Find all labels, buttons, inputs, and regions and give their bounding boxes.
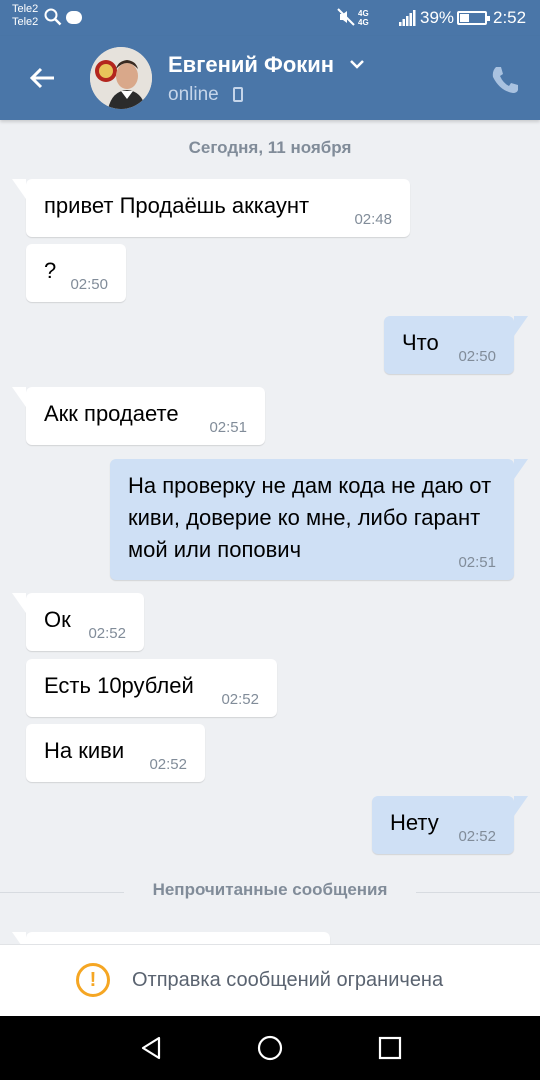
signal-icon: [399, 10, 416, 26]
unread-separator: Непрочитанные сообщения: [0, 880, 540, 904]
bubble-tail: [514, 459, 528, 479]
incoming-message[interactable]: На киви 02:52: [26, 724, 205, 782]
carrier-1: Tele2: [12, 3, 39, 15]
carrier-labels: Tele2 Tele2: [12, 3, 38, 29]
battery-fill: [460, 14, 470, 22]
status-bar: Tele2 Tele2 4G 4G 39% 2:52: [0, 0, 540, 36]
messaging-restricted-bar: ! Отправка сообщений ограничена: [0, 944, 540, 1016]
back-arrow-icon[interactable]: [22, 58, 62, 98]
outgoing-message[interactable]: Что 02:50: [384, 316, 528, 374]
restricted-text: Отправка сообщений ограничена: [132, 969, 444, 991]
divider: [416, 892, 540, 893]
bubble-tail: [12, 179, 26, 199]
incoming-message[interactable]: Ок 02:52: [12, 593, 144, 651]
chat-header: Евгений Фокин online: [0, 36, 540, 120]
warning-icon: !: [76, 963, 110, 997]
message-time: 02:50: [458, 348, 496, 365]
network-type: 4G 4G: [358, 9, 369, 27]
mute-icon: [337, 8, 355, 26]
message-time: 02:51: [458, 554, 496, 571]
bubble-tail: [12, 932, 26, 944]
message-text: ?: [44, 258, 57, 283]
battery-icon: [457, 11, 490, 25]
message-time: 02:51: [209, 419, 247, 436]
message-time: 02:52: [88, 625, 126, 642]
avatar-image: [90, 47, 152, 109]
incoming-message[interactable]: ? 02:50: [26, 244, 126, 302]
carrier-2: Tele2: [12, 16, 39, 28]
message-time: 02:48: [354, 211, 392, 228]
avatar[interactable]: [90, 47, 152, 109]
message-text: привет Продаёшь аккаунт: [44, 193, 310, 218]
message-list[interactable]: Сегодня, 11 ноября привет Продаёшь аккау…: [0, 120, 540, 944]
unread-label: Непрочитанные сообщения: [152, 880, 388, 899]
bubble-tail: [514, 316, 528, 336]
contact-status: online: [168, 84, 219, 105]
incoming-message-partial[interactable]: [12, 932, 330, 944]
recents-square-icon[interactable]: [376, 1034, 404, 1062]
message-text: Что: [402, 330, 439, 355]
chat-notification-icon: [66, 11, 82, 24]
message-text: Нету: [390, 810, 439, 835]
message-time: 02:50: [70, 276, 108, 293]
message-time: 02:52: [149, 756, 187, 773]
home-circle-icon[interactable]: [256, 1034, 284, 1062]
bubble-tail: [514, 796, 528, 816]
contact-name[interactable]: Евгений Фокин: [168, 52, 334, 78]
back-triangle-icon[interactable]: [137, 1034, 165, 1062]
incoming-message[interactable]: Акк продаете 02:51: [12, 387, 265, 445]
message-text: Акк продаете: [44, 401, 179, 426]
battery-percent: 39%: [420, 8, 455, 27]
message-text: Ок: [44, 607, 71, 632]
message-text: На киви: [44, 738, 125, 763]
search-icon: [44, 8, 62, 26]
chevron-down-icon[interactable]: [348, 58, 366, 70]
outgoing-message[interactable]: Нету 02:52: [372, 796, 528, 854]
message-time: 02:52: [221, 691, 259, 708]
incoming-message[interactable]: Есть 10рублей 02:52: [26, 659, 277, 717]
phone-icon[interactable]: [488, 63, 522, 97]
incoming-message[interactable]: привет Продаёшь аккаунт 02:48: [12, 179, 410, 237]
date-separator: Сегодня, 11 ноября: [188, 138, 352, 157]
message-time: 02:52: [458, 828, 496, 845]
bubble-tail: [12, 593, 26, 613]
mobile-device-icon: [233, 87, 243, 102]
outgoing-message[interactable]: На проверку не дам кода не даю от киви, …: [110, 459, 528, 580]
message-text: Есть 10рублей: [44, 673, 194, 698]
bubble-tail: [12, 387, 26, 407]
clock: 2:52: [493, 8, 527, 27]
system-nav-bar: [0, 1016, 540, 1080]
message-text: На проверку не дам кода не даю от киви, …: [128, 473, 492, 562]
